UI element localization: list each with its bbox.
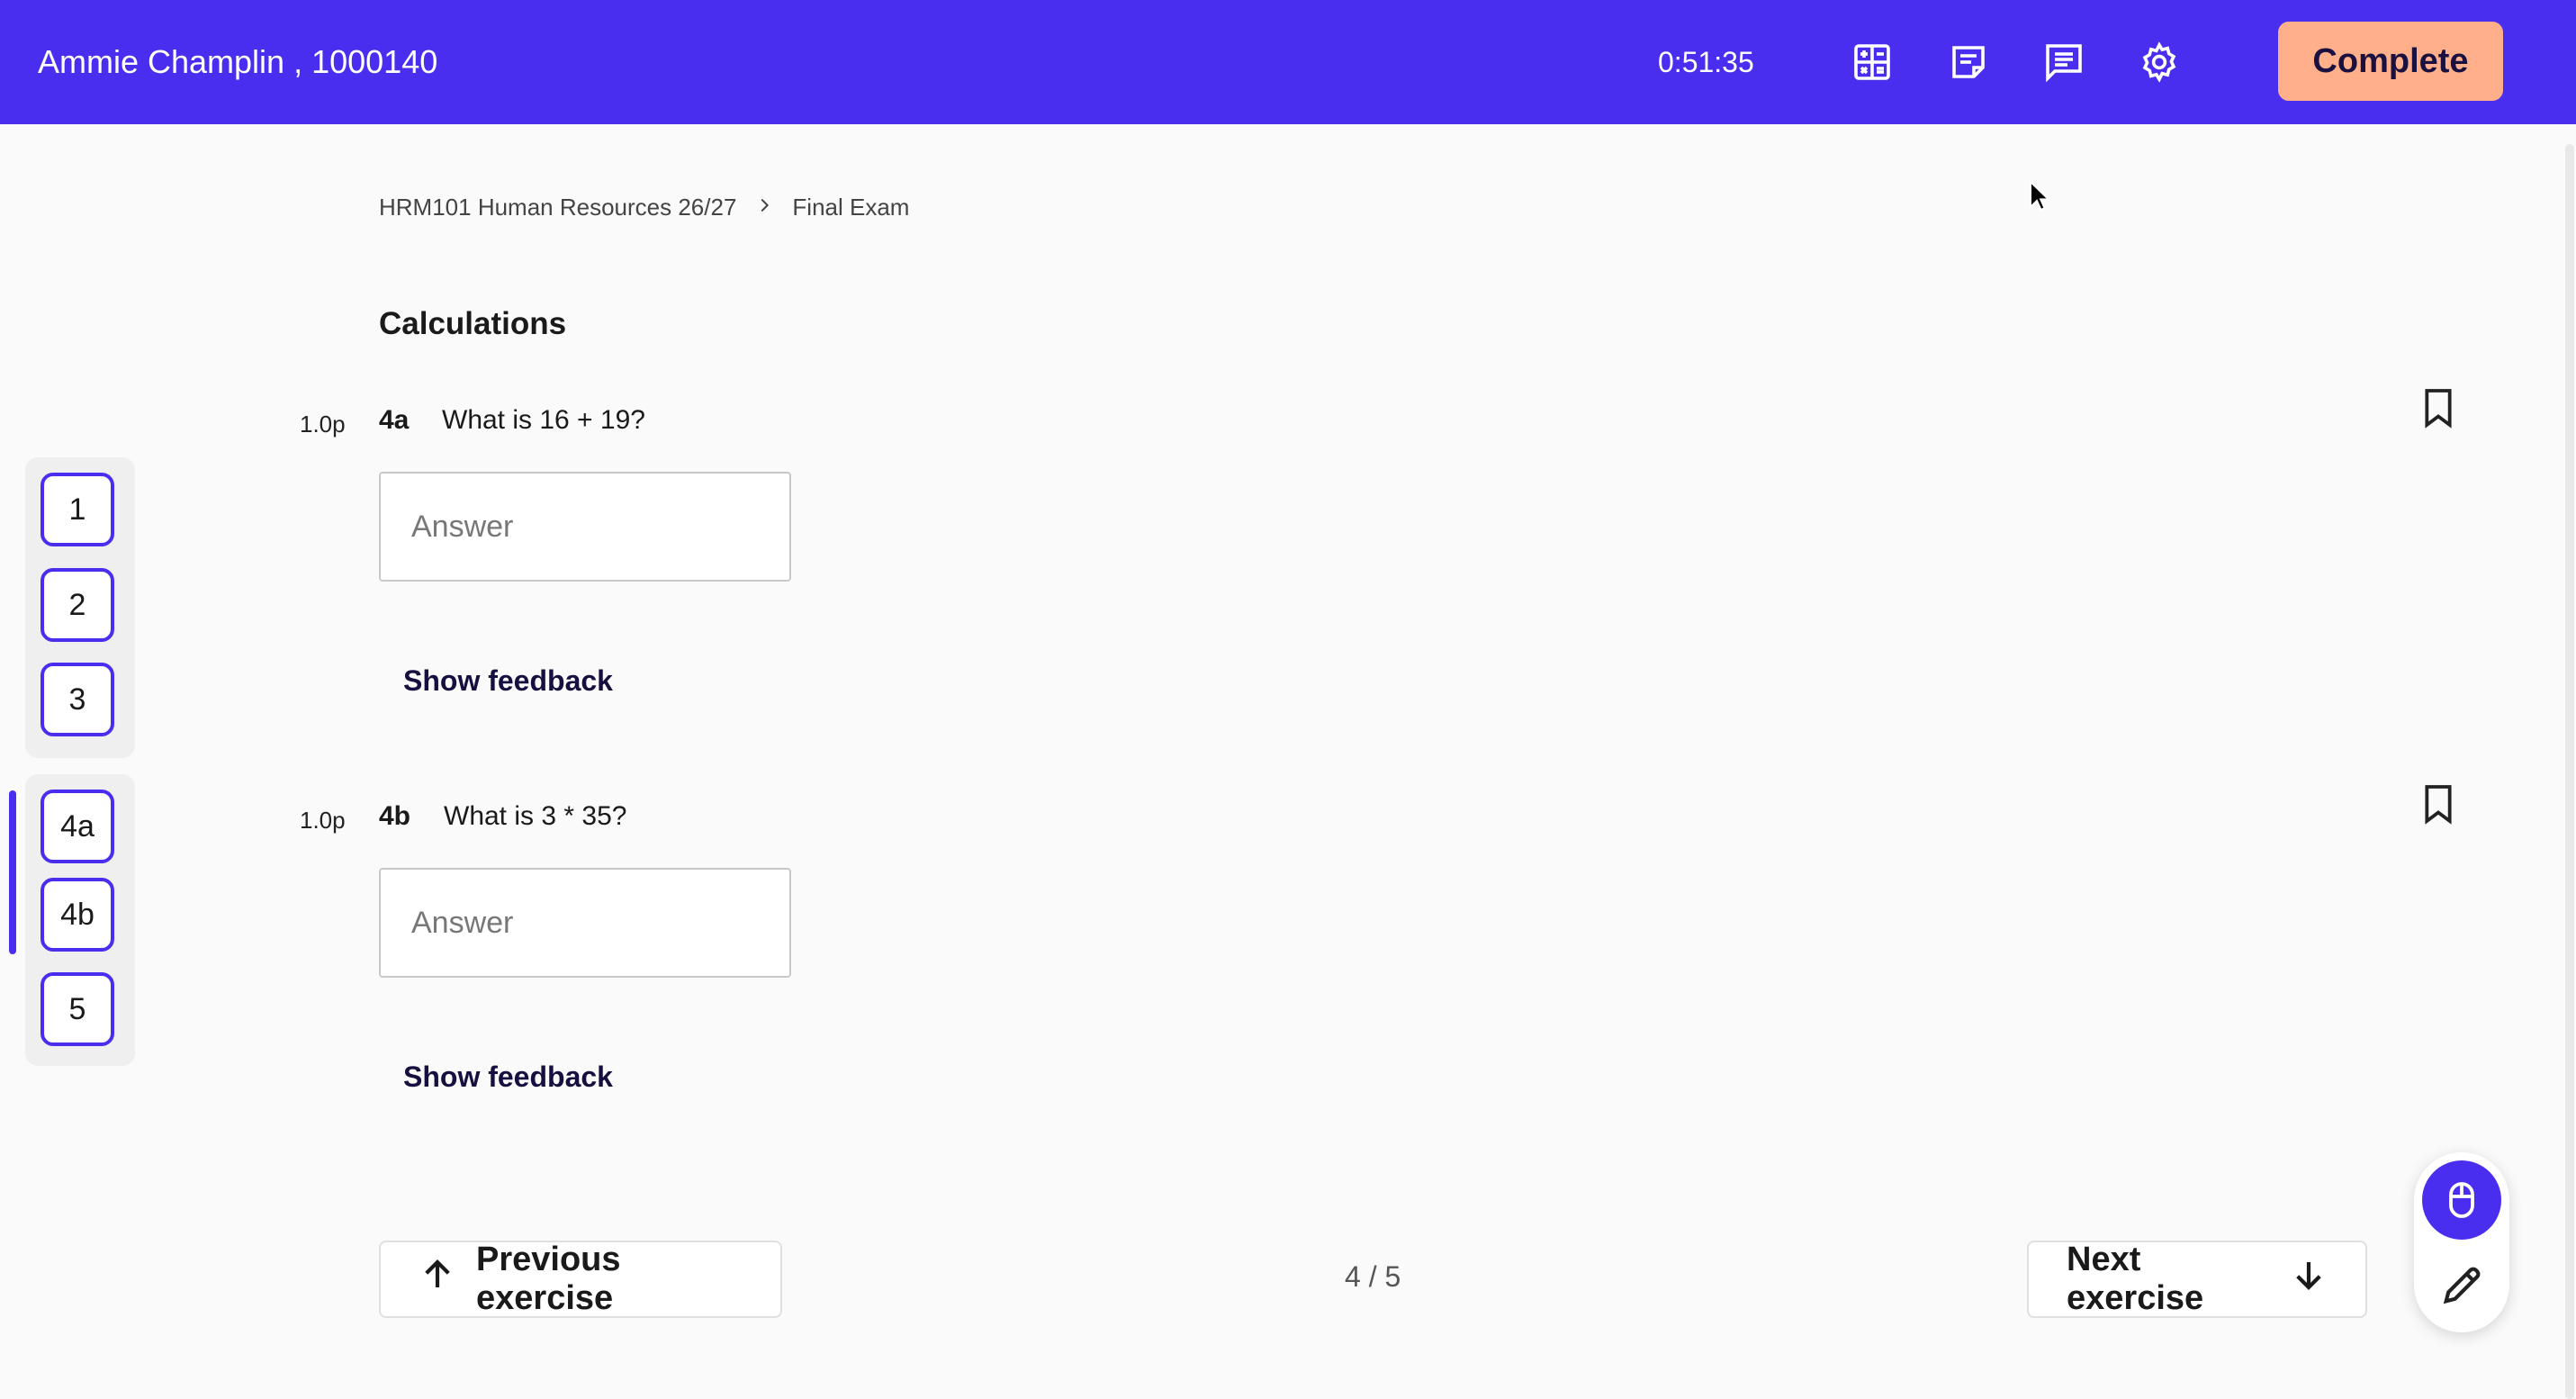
complete-button[interactable]: Complete — [2278, 22, 2503, 101]
student-name: Ammie Champlin , 1000140 — [38, 43, 438, 80]
answer-input[interactable] — [379, 868, 791, 978]
answer-input[interactable] — [379, 472, 791, 582]
question-number: 4b — [379, 801, 411, 831]
nav-question-1[interactable]: 1 — [41, 473, 114, 546]
calculator-icon[interactable] — [1848, 38, 1896, 86]
question-points: 1.0p — [300, 807, 346, 834]
arrow-up-icon — [419, 1256, 456, 1303]
notes-icon[interactable] — [1944, 38, 1993, 86]
page-counter: 4 / 5 — [1345, 1260, 1401, 1293]
settings-icon[interactable] — [2135, 38, 2184, 86]
question-nav-group-1: 1 2 3 — [25, 457, 135, 758]
chevron-right-icon — [754, 194, 774, 221]
bookmark-icon[interactable] — [2421, 387, 2455, 429]
arrow-down-icon — [2290, 1256, 2328, 1303]
breadcrumb-course[interactable]: HRM101 Human Resources 26/27 — [379, 194, 736, 221]
active-question-marker — [9, 790, 16, 954]
bookmark-icon[interactable] — [2421, 783, 2455, 825]
pen-mode-button[interactable] — [2438, 1262, 2485, 1309]
next-exercise-label: Next exercise — [2067, 1241, 2204, 1317]
section-title: Calculations — [379, 306, 567, 341]
top-bar: Ammie Champlin , 1000140 0:51:35 Complet… — [0, 0, 2576, 124]
nav-question-5[interactable]: 5 — [41, 972, 114, 1046]
question-text: What is 3 * 35? — [444, 801, 627, 831]
question-nav-group-2: 4a 4b 5 — [25, 774, 135, 1066]
question-text: What is 16 + 19? — [442, 405, 645, 435]
chat-icon[interactable] — [2040, 38, 2088, 86]
pen-icon — [2443, 1267, 2481, 1304]
exam-timer: 0:51:35 — [1658, 46, 1754, 78]
show-feedback-link[interactable]: Show feedback — [403, 1061, 613, 1094]
nav-question-2[interactable]: 2 — [41, 568, 114, 642]
nav-question-3[interactable]: 3 — [41, 663, 114, 736]
breadcrumb: HRM101 Human Resources 26/27 Final Exam — [379, 189, 909, 225]
question-points: 1.0p — [300, 411, 346, 438]
scrollbar[interactable] — [2565, 144, 2574, 1399]
mouse-cursor-icon — [2030, 180, 2051, 212]
breadcrumb-exam: Final Exam — [792, 193, 910, 221]
previous-exercise-button[interactable]: Previous exercise — [379, 1241, 782, 1318]
mouse-mode-button[interactable] — [2422, 1160, 2501, 1240]
previous-exercise-label: Previous exercise — [476, 1241, 621, 1317]
next-exercise-button[interactable]: Next exercise — [2027, 1241, 2367, 1318]
input-mode-panel — [2414, 1152, 2509, 1332]
show-feedback-link[interactable]: Show feedback — [403, 664, 613, 698]
nav-question-4b[interactable]: 4b — [41, 878, 114, 952]
nav-question-4a[interactable]: 4a — [41, 790, 114, 863]
mouse-icon — [2449, 1182, 2474, 1218]
question-number: 4a — [379, 405, 410, 435]
